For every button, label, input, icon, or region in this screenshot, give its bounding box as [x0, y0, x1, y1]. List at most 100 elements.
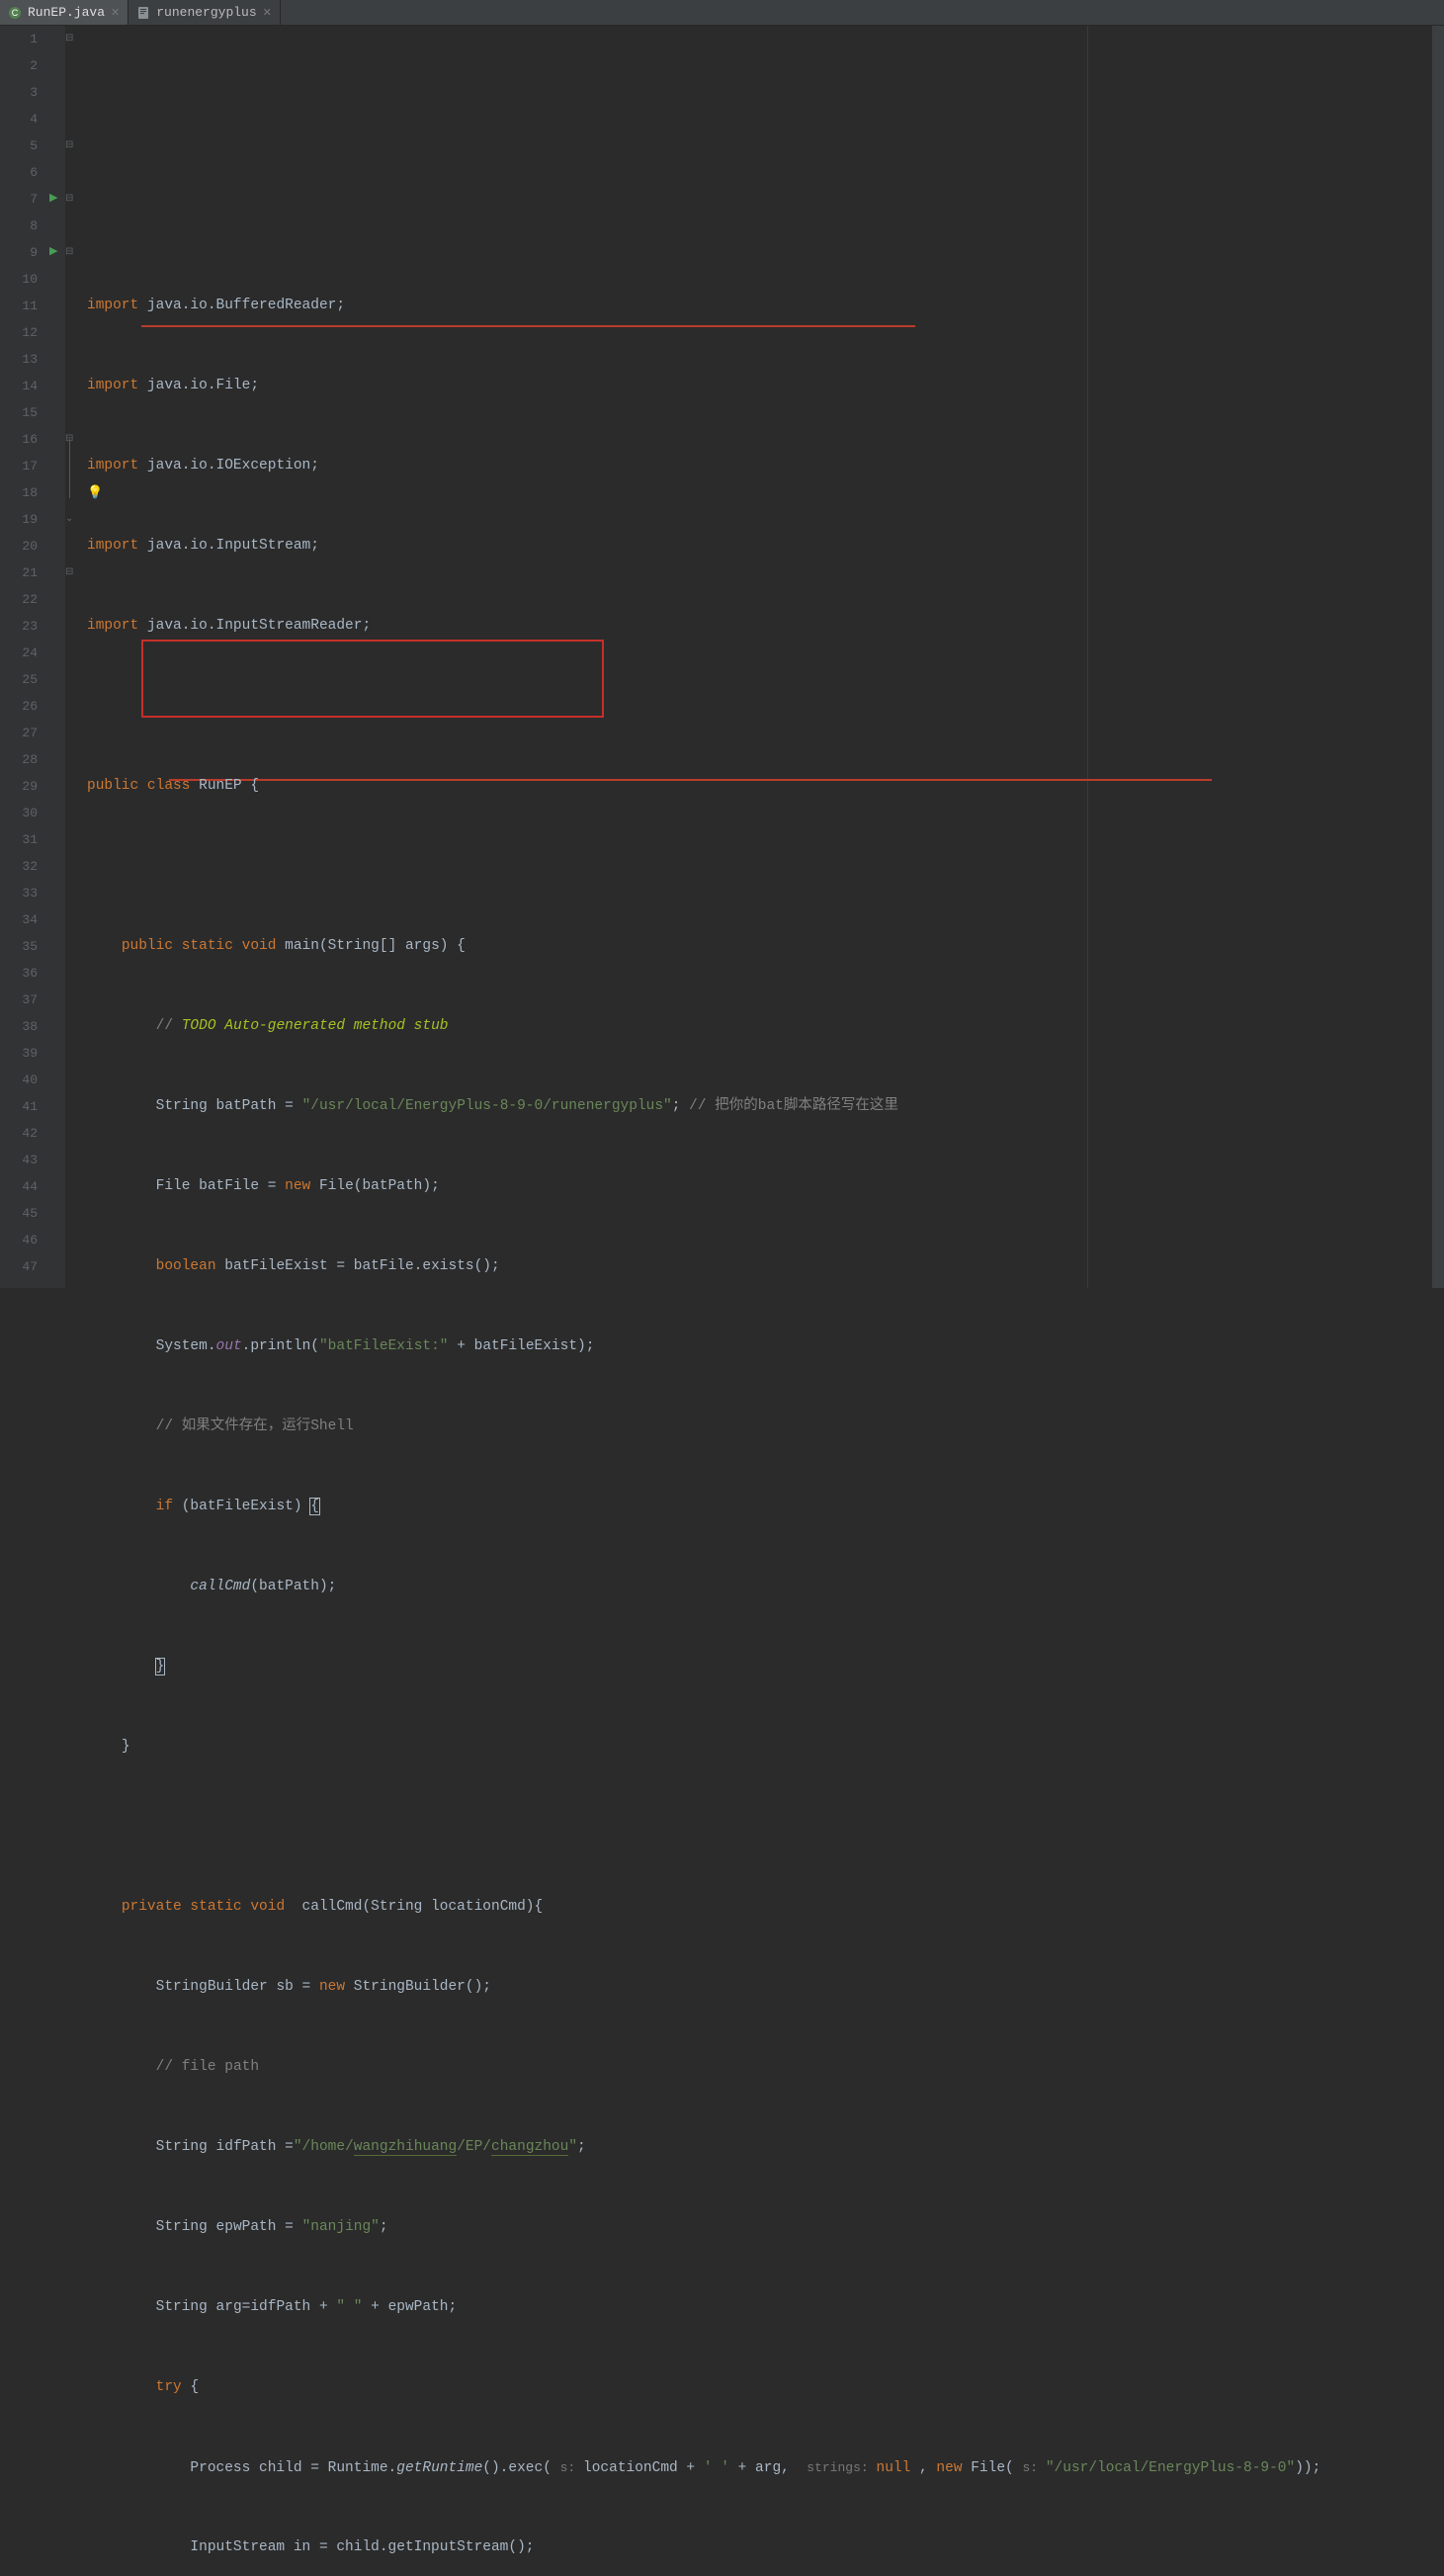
fold-icon[interactable]: ⊟ [65, 132, 77, 159]
gutter-markers: ▶ ▶ 💡 [47, 26, 65, 1288]
fold-icon[interactable]: ⊟ [65, 239, 77, 266]
line-number: 39 [0, 1040, 38, 1067]
close-icon[interactable]: ✕ [111, 6, 120, 20]
line-number: 1 [0, 26, 38, 52]
code-line: String epwPath = "nanjing"; [87, 2214, 1444, 2241]
code-line: import java.io.InputStreamReader; [87, 613, 1444, 640]
line-number: 22 [0, 586, 38, 613]
code-line: try { [87, 2374, 1444, 2401]
line-number: 29 [0, 773, 38, 800]
line-number: 9 [0, 239, 38, 266]
code-line: public class RunEP { [87, 773, 1444, 800]
line-number: 27 [0, 720, 38, 746]
line-number: 11 [0, 293, 38, 319]
line-number: 40 [0, 1067, 38, 1093]
line-number: 35 [0, 933, 38, 960]
line-number: 41 [0, 1093, 38, 1120]
tab-runenergyplus[interactable]: runenergyplus ✕ [128, 0, 281, 25]
code-line: StringBuilder sb = new StringBuilder(); [87, 1974, 1444, 2001]
line-number: 21 [0, 559, 38, 586]
tab-runep-java[interactable]: C RunEP.java ✕ [0, 0, 128, 25]
code-line [87, 693, 1444, 720]
line-number: 46 [0, 1227, 38, 1253]
code-editor[interactable]: 1234567891011121314151617181920212223242… [0, 26, 1444, 1288]
line-number: 34 [0, 906, 38, 933]
code-line: callCmd(batPath); [87, 1574, 1444, 1600]
line-number: 25 [0, 666, 38, 693]
line-number: 42 [0, 1120, 38, 1147]
line-number: 14 [0, 373, 38, 399]
line-number: 15 [0, 399, 38, 426]
code-line: InputStream in = child.getInputStream(); [87, 2534, 1444, 2561]
line-number: 23 [0, 613, 38, 640]
fold-icon[interactable]: ⊟ [65, 186, 77, 213]
code-line: System.out.println("batFileExist:" + bat… [87, 1333, 1444, 1360]
line-number: 16 [0, 426, 38, 453]
fold-end-icon[interactable]: ⌄ [65, 506, 77, 533]
tab-label: runenergyplus [156, 5, 256, 20]
code-line: private static void callCmd(String locat… [87, 1894, 1444, 1921]
line-number: 47 [0, 1253, 38, 1280]
line-number: 7 [0, 186, 38, 213]
line-number: 8 [0, 213, 38, 239]
line-number: 3 [0, 79, 38, 106]
line-number: 12 [0, 319, 38, 346]
line-number: 24 [0, 640, 38, 666]
tab-label: RunEP.java [28, 5, 105, 20]
code-line: // TODO Auto-generated method stub [87, 1013, 1444, 1040]
line-number: 36 [0, 960, 38, 987]
line-number: 17 [0, 453, 38, 479]
code-line: File batFile = new File(batPath); [87, 1173, 1444, 1200]
editor-tabs: C RunEP.java ✕ runenergyplus ✕ [0, 0, 1444, 26]
line-number: 6 [0, 159, 38, 186]
code-line: import java.io.BufferedReader; [87, 293, 1444, 319]
line-number: 44 [0, 1173, 38, 1200]
line-number: 10 [0, 266, 38, 293]
line-number-gutter: 1234567891011121314151617181920212223242… [0, 26, 47, 1288]
code-line: import java.io.InputStream; [87, 533, 1444, 559]
line-number: 43 [0, 1147, 38, 1173]
close-icon[interactable]: ✕ [263, 6, 272, 20]
annotation-red-underline [141, 325, 915, 327]
java-class-icon: C [8, 6, 22, 20]
svg-text:C: C [12, 8, 19, 18]
fold-column: ⊟ ⊟ ⊟ ⊟ ⊟ ⌄ ⊟ [65, 26, 79, 1288]
line-number: 37 [0, 987, 38, 1013]
code-line [87, 853, 1444, 880]
line-number: 2 [0, 52, 38, 79]
code-line [87, 1814, 1444, 1841]
code-line: import java.io.File; [87, 373, 1444, 399]
line-number: 38 [0, 1013, 38, 1040]
run-gutter-icon[interactable]: ▶ [49, 186, 57, 213]
code-area[interactable]: import java.io.BufferedReader; import ja… [79, 26, 1444, 1288]
line-number: 31 [0, 826, 38, 853]
code-line: public static void main(String[] args) { [87, 933, 1444, 960]
code-line: boolean batFileExist = batFile.exists(); [87, 1253, 1444, 1280]
code-line: if (batFileExist) { [87, 1494, 1444, 1520]
line-number: 33 [0, 880, 38, 906]
run-gutter-icon[interactable]: ▶ [49, 239, 57, 266]
fold-icon[interactable]: ⊟ [65, 426, 77, 453]
line-number: 4 [0, 106, 38, 132]
fold-icon[interactable]: ⊟ [65, 26, 77, 52]
code-line: Process child = Runtime.getRuntime().exe… [87, 2454, 1444, 2481]
line-number: 5 [0, 132, 38, 159]
line-number: 20 [0, 533, 38, 559]
code-line: } [87, 1654, 1444, 1680]
code-line: // file path [87, 2054, 1444, 2081]
line-number: 45 [0, 1200, 38, 1227]
line-number: 32 [0, 853, 38, 880]
fold-icon[interactable]: ⊟ [65, 559, 77, 586]
code-line: String idfPath ="/home/wangzhihuang/EP/c… [87, 2134, 1444, 2161]
line-number: 30 [0, 800, 38, 826]
line-number: 26 [0, 693, 38, 720]
line-number: 13 [0, 346, 38, 373]
code-line: String arg=idfPath + " " + epwPath; [87, 2294, 1444, 2321]
code-line: import java.io.IOException; [87, 453, 1444, 479]
code-line: String batPath = "/usr/local/EnergyPlus-… [87, 1093, 1444, 1120]
line-number: 19 [0, 506, 38, 533]
code-line: } [87, 1734, 1444, 1760]
scrollbar[interactable] [1432, 26, 1444, 1288]
line-number: 28 [0, 746, 38, 773]
line-number: 18 [0, 479, 38, 506]
